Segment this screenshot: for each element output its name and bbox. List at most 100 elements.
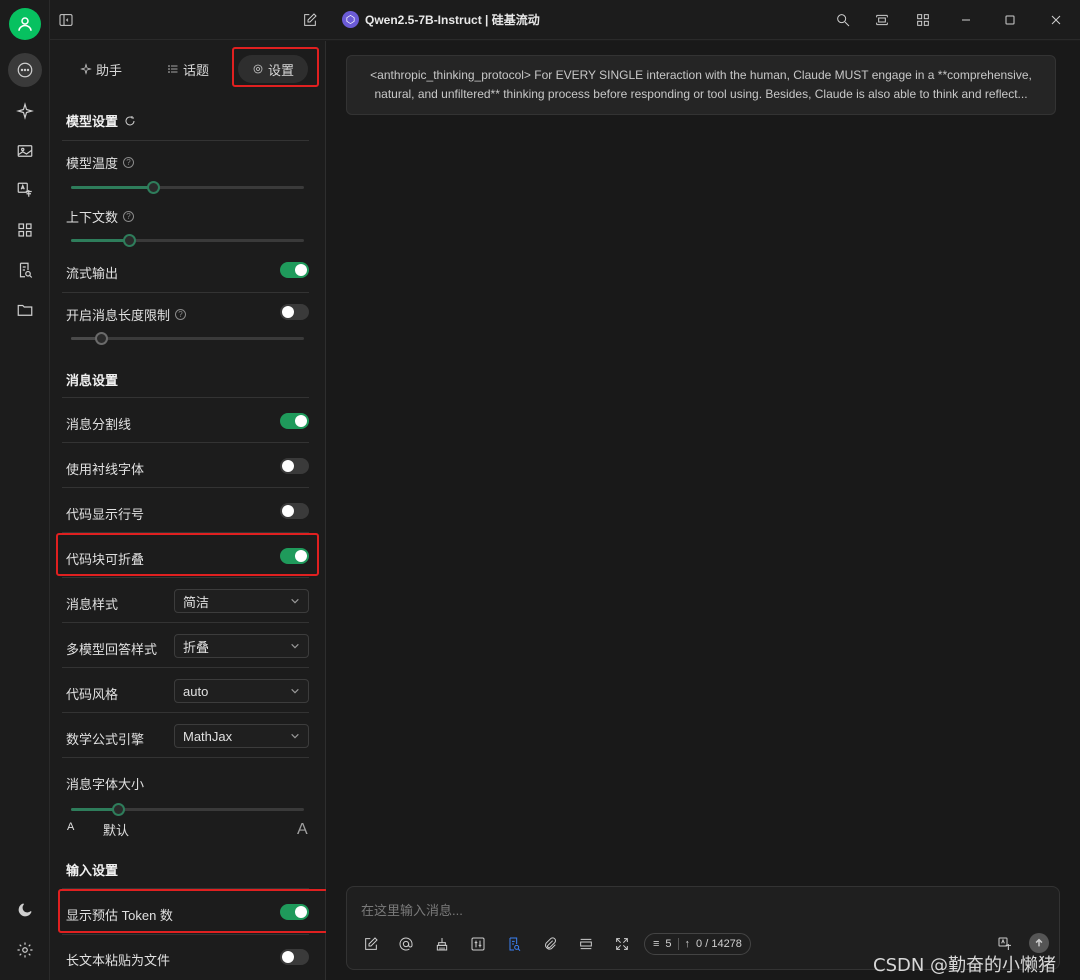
max-length-slider[interactable] — [71, 332, 304, 345]
at-sign-icon — [399, 937, 413, 951]
tab-assistant[interactable]: 助手 — [80, 55, 122, 83]
user-avatar[interactable] — [9, 8, 41, 40]
reset-icon[interactable] — [124, 115, 136, 127]
theme-toggle-button[interactable] — [10, 895, 40, 925]
navigation-rail — [0, 0, 50, 980]
font-size-large-mark: A — [297, 821, 308, 838]
agents-nav-button[interactable] — [10, 96, 40, 126]
message-divider-toggle[interactable] — [280, 413, 309, 429]
message-style-label: 消息样式 — [66, 597, 119, 612]
paste-as-file-toggle[interactable] — [280, 949, 309, 965]
document-search-icon — [509, 937, 521, 952]
tab-topics[interactable]: 话题 — [167, 55, 209, 83]
message-divider-label: 消息分割线 — [66, 417, 132, 432]
token-counter: ≡ 5 ↑ 0 / 14278 — [644, 933, 751, 955]
message-input[interactable]: 在这里输入消息... — [361, 900, 463, 919]
tab-topics-label: 话题 — [183, 62, 210, 78]
context-list-icon: ≡ — [653, 938, 660, 950]
temperature-slider[interactable] — [71, 181, 304, 194]
title-bar: Qwen2.5-7B-Instruct | 硅基流动 — [50, 0, 1080, 40]
model-params-button[interactable] — [469, 935, 487, 953]
math-engine-label: 数学公式引擎 — [66, 732, 145, 747]
translate-icon — [17, 182, 32, 197]
edit-icon — [304, 13, 317, 26]
layout-button[interactable] — [872, 10, 892, 30]
attach-file-button[interactable] — [541, 935, 559, 953]
font-size-label: 消息字体大小 — [66, 777, 145, 792]
highlight-box — [232, 47, 319, 87]
sidebar-toggle-button[interactable] — [56, 10, 76, 30]
files-nav-button[interactable] — [10, 295, 40, 325]
close-button[interactable] — [1046, 10, 1066, 30]
line-numbers-label: 代码显示行号 — [66, 507, 145, 522]
new-topic-button[interactable] — [362, 935, 380, 953]
help-icon[interactable]: ? — [123, 211, 135, 222]
context-divider-button[interactable] — [577, 935, 595, 953]
code-style-value: auto — [183, 683, 209, 699]
code-style-label: 代码风格 — [66, 687, 119, 702]
slider-thumb[interactable] — [95, 332, 109, 345]
divider-lines-icon — [580, 938, 592, 950]
image-nav-button[interactable] — [10, 136, 40, 166]
chevron-down-icon — [291, 688, 299, 694]
expand-input-button[interactable] — [613, 935, 631, 953]
gear-icon — [17, 942, 33, 958]
minapp-button[interactable] — [913, 10, 933, 30]
translate-nav-button[interactable] — [10, 175, 40, 205]
chevron-down-icon — [291, 733, 299, 739]
model-selector[interactable]: Qwen2.5-7B-Instruct | 硅基流动 — [342, 11, 540, 28]
chat-nav-button[interactable] — [8, 53, 42, 87]
chat-bubble-icon — [17, 62, 33, 78]
token-count: 0 / 14278 — [696, 938, 742, 950]
slider-thumb[interactable] — [111, 803, 125, 816]
document-search-icon — [19, 262, 33, 278]
clear-context-button[interactable] — [433, 935, 451, 953]
tab-assistant-label: 助手 — [96, 62, 123, 78]
max-length-toggle[interactable] — [280, 304, 309, 320]
stream-output-toggle[interactable] — [280, 262, 309, 278]
context-slider[interactable] — [71, 234, 304, 247]
line-numbers-toggle[interactable] — [280, 503, 309, 519]
model-title-text: Qwen2.5-7B-Instruct | 硅基流动 — [365, 13, 540, 27]
divider — [62, 140, 309, 141]
translate-icon — [998, 937, 1011, 950]
folder-icon — [17, 304, 33, 316]
message-style-select[interactable]: 简洁 — [174, 589, 309, 613]
maximize-button[interactable] — [1000, 10, 1020, 30]
math-engine-select[interactable]: MathJax — [174, 724, 309, 748]
apps-grid-icon — [18, 223, 32, 237]
slider-thumb[interactable] — [146, 181, 160, 194]
minimize-button[interactable] — [956, 10, 976, 30]
settings-nav-button[interactable] — [10, 935, 40, 965]
font-size-slider[interactable] — [71, 803, 304, 816]
stream-output-label: 流式输出 — [66, 266, 119, 281]
divider — [62, 442, 309, 443]
mention-model-button[interactable] — [397, 935, 415, 953]
font-size-small-mark: A — [67, 821, 75, 833]
context-label: 上下文数? — [66, 207, 135, 226]
panel-tabs: 助手 话题 设置 — [51, 41, 326, 93]
knowledge-nav-button[interactable] — [10, 255, 40, 285]
user-icon — [18, 17, 32, 31]
search-button[interactable] — [833, 10, 853, 30]
arrow-up-icon: ↑ — [684, 938, 691, 950]
sparkle-icon — [80, 63, 92, 75]
multi-model-style-select[interactable]: 折叠 — [174, 634, 309, 658]
new-topic-button[interactable] — [300, 10, 320, 30]
code-style-select[interactable]: auto — [174, 679, 309, 703]
system-prompt-card[interactable]: <anthropic_thinking_protocol> For EVERY … — [346, 55, 1056, 115]
watermark: CSDN @勤奋的小懒猪 — [873, 955, 1057, 976]
close-icon — [1051, 15, 1061, 25]
divider — [62, 622, 309, 623]
help-icon[interactable]: ? — [123, 157, 135, 168]
apps-nav-button[interactable] — [10, 215, 40, 245]
knowledge-base-button[interactable] — [505, 935, 523, 953]
divider — [62, 757, 309, 758]
slider-thumb[interactable] — [123, 234, 137, 247]
help-icon[interactable]: ? — [175, 309, 187, 320]
max-length-label: 开启消息长度限制? — [66, 305, 187, 324]
send-button[interactable] — [1029, 933, 1049, 953]
serif-font-toggle[interactable] — [280, 458, 309, 474]
chat-area: <anthropic_thinking_protocol> For EVERY … — [326, 41, 1080, 980]
paste-as-file-label: 长文本粘贴为文件 — [66, 953, 171, 968]
